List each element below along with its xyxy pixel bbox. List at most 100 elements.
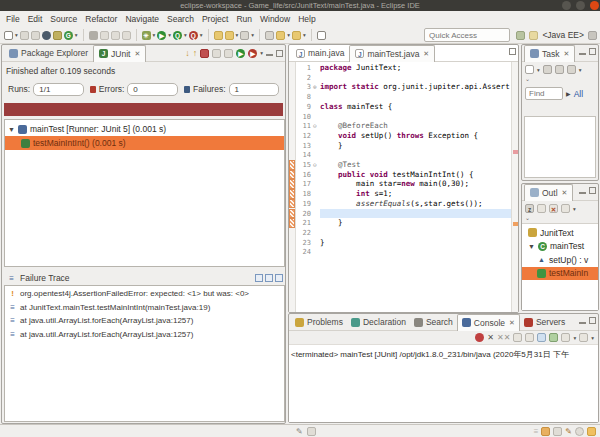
terminate-icon[interactable]: [475, 333, 484, 342]
minimize-view-icon[interactable]: [266, 50, 273, 56]
fold-icon[interactable]: ⊖: [313, 160, 320, 170]
remove-all-icon[interactable]: ✕✕: [497, 333, 510, 342]
prev-failure-icon[interactable]: ↑: [193, 48, 198, 58]
quick-access-input[interactable]: [424, 28, 510, 42]
dropdown-arrow-icon[interactable]: ▾: [184, 32, 187, 38]
open-console-menu-icon[interactable]: ▾: [591, 335, 594, 341]
code-line-9[interactable]: 9class mainTest {: [296, 102, 511, 112]
code-line-2[interactable]: 2: [296, 73, 511, 83]
code-line-24[interactable]: 24: [296, 247, 511, 257]
view-menu-icon[interactable]: ▾: [573, 206, 576, 212]
tab-junit[interactable]: JJUnit✕: [93, 45, 146, 62]
code-line-13[interactable]: 13 }: [296, 141, 511, 151]
hide-static-icon[interactable]: ✕: [549, 204, 558, 213]
hide-fields-icon[interactable]: [537, 204, 546, 213]
task-find-input[interactable]: [525, 87, 563, 100]
step-icon[interactable]: [111, 31, 120, 40]
maximize-view-icon[interactable]: [589, 187, 596, 194]
new-window-icon[interactable]: [317, 31, 326, 40]
dropdown-arrow-icon[interactable]: ▾: [303, 32, 306, 38]
rerun-failed-icon[interactable]: ▶: [248, 49, 257, 58]
next-failure-icon[interactable]: ↓: [185, 48, 190, 58]
search-icon[interactable]: [42, 31, 51, 40]
task-all-link[interactable]: All: [574, 89, 583, 99]
save-icon[interactable]: [20, 31, 29, 40]
open-console-icon[interactable]: [579, 333, 588, 342]
close-button[interactable]: [590, 1, 599, 10]
perspective-switcher-icon[interactable]: [588, 31, 597, 40]
dropdown-arrow-icon[interactable]: ▾: [75, 32, 78, 38]
perspective-label[interactable]: <Java EE>: [542, 30, 584, 40]
menu-project[interactable]: Project: [202, 14, 228, 24]
occurrence-overview-marker[interactable]: [513, 222, 518, 226]
status-icon-2[interactable]: [553, 427, 562, 436]
status-pencil-icon[interactable]: ✎: [565, 427, 572, 436]
tab-close-icon[interactable]: ✕: [563, 50, 569, 58]
tab-close-icon[interactable]: ✕: [423, 50, 429, 58]
scroll-lock-icon[interactable]: [525, 333, 534, 342]
print-icon[interactable]: [53, 31, 62, 40]
run-icon[interactable]: ▶: [157, 31, 166, 40]
new-task-icon[interactable]: [525, 65, 534, 74]
fold-icon[interactable]: ⊕: [313, 82, 320, 92]
view-menu-icon[interactable]: ▾: [579, 67, 582, 73]
tab-search[interactable]: Search: [410, 314, 457, 331]
trace-line[interactable]: !org.opentest4j.AssertionFailedError: ex…: [5, 287, 284, 301]
dropdown-arrow-icon[interactable]: ▾: [200, 32, 203, 38]
code-line-12[interactable]: 12 void setUp() throws Exception {: [296, 131, 511, 141]
code-line-19[interactable]: 19 assertEquals(s,star.gets());: [296, 199, 511, 209]
menu-edit[interactable]: Edit: [28, 14, 43, 24]
debug-icon[interactable]: ✳: [142, 31, 151, 40]
menu-source[interactable]: Source: [50, 14, 77, 24]
remove-launch-icon[interactable]: ✕: [487, 333, 494, 342]
filter-icon[interactable]: [555, 65, 564, 74]
dropdown-arrow-icon[interactable]: ▾: [251, 32, 254, 38]
outline-item-setupv[interactable]: ▲setUp() : v: [522, 253, 598, 267]
tab-problems[interactable]: Problems: [291, 314, 347, 331]
tab-task[interactable]: Task ✕: [524, 45, 575, 62]
hide-nonpublic-icon[interactable]: [561, 204, 570, 213]
menu-search[interactable]: Search: [167, 14, 194, 24]
maximize-editor-icon[interactable]: [509, 48, 516, 55]
expand-arrow-icon[interactable]: ▶: [566, 90, 571, 97]
display-selected-icon[interactable]: ▾: [573, 335, 576, 341]
code-line-10[interactable]: 10: [296, 112, 511, 122]
tab-mainTest-java[interactable]: JmainTest.java✕: [349, 45, 435, 62]
word-wrap-icon[interactable]: [537, 333, 546, 342]
tab-close-icon[interactable]: ✕: [562, 189, 568, 197]
code-line-22[interactable]: 22: [296, 228, 511, 238]
code-line-18[interactable]: 18 int s=1;: [296, 189, 511, 199]
compare-result-icon[interactable]: [255, 274, 263, 282]
error-overview-marker[interactable]: [513, 150, 518, 154]
minimize-view-icon[interactable]: [579, 188, 586, 194]
dropdown-icon[interactable]: ▾: [537, 67, 540, 73]
test-tree-row[interactable]: testMainIntInt() (0.001 s): [5, 136, 284, 150]
tab-main-java[interactable]: Jmain.java: [291, 45, 349, 62]
maximize-view-icon[interactable]: [276, 50, 283, 57]
trace-line[interactable]: ≡at JunitText.mainTest.testMainIntInt(ma…: [5, 301, 284, 315]
maximize-view-icon[interactable]: [589, 317, 596, 324]
code-line-16[interactable]: 16 public void testMainIntInt() {: [296, 170, 511, 180]
maximize-button[interactable]: [576, 1, 585, 10]
outline-item-testmainin[interactable]: testMainIn: [522, 267, 598, 281]
resume-icon[interactable]: [122, 31, 131, 40]
display-console-icon[interactable]: [561, 333, 570, 342]
menu-file[interactable]: File: [6, 14, 20, 24]
status-icon-1[interactable]: [541, 427, 550, 436]
categorize-icon[interactable]: [543, 65, 552, 74]
outline-item-junittext[interactable]: JunitText: [522, 226, 598, 240]
code-line-21[interactable]: 21 }: [296, 218, 511, 228]
menu-run[interactable]: Run: [236, 14, 252, 24]
menu-help[interactable]: Help: [298, 14, 315, 24]
tab-outline[interactable]: Outl ✕: [524, 184, 573, 201]
editor-content[interactable]: 1package JunitText;23⊕import static org.…: [289, 62, 518, 312]
sort-icon[interactable]: z: [525, 204, 534, 213]
dropdown-arrow-icon[interactable]: ▾: [260, 50, 263, 56]
show-stack-icon[interactable]: [275, 274, 283, 282]
tab-console[interactable]: Console✕: [457, 314, 520, 331]
rerun-icon[interactable]: ▶: [236, 49, 245, 58]
java-ee-perspective-icon[interactable]: [529, 31, 538, 40]
profile-icon[interactable]: Q: [189, 31, 198, 40]
code-line-20[interactable]: 20: [296, 209, 511, 219]
status-icon-3[interactable]: [575, 427, 584, 436]
